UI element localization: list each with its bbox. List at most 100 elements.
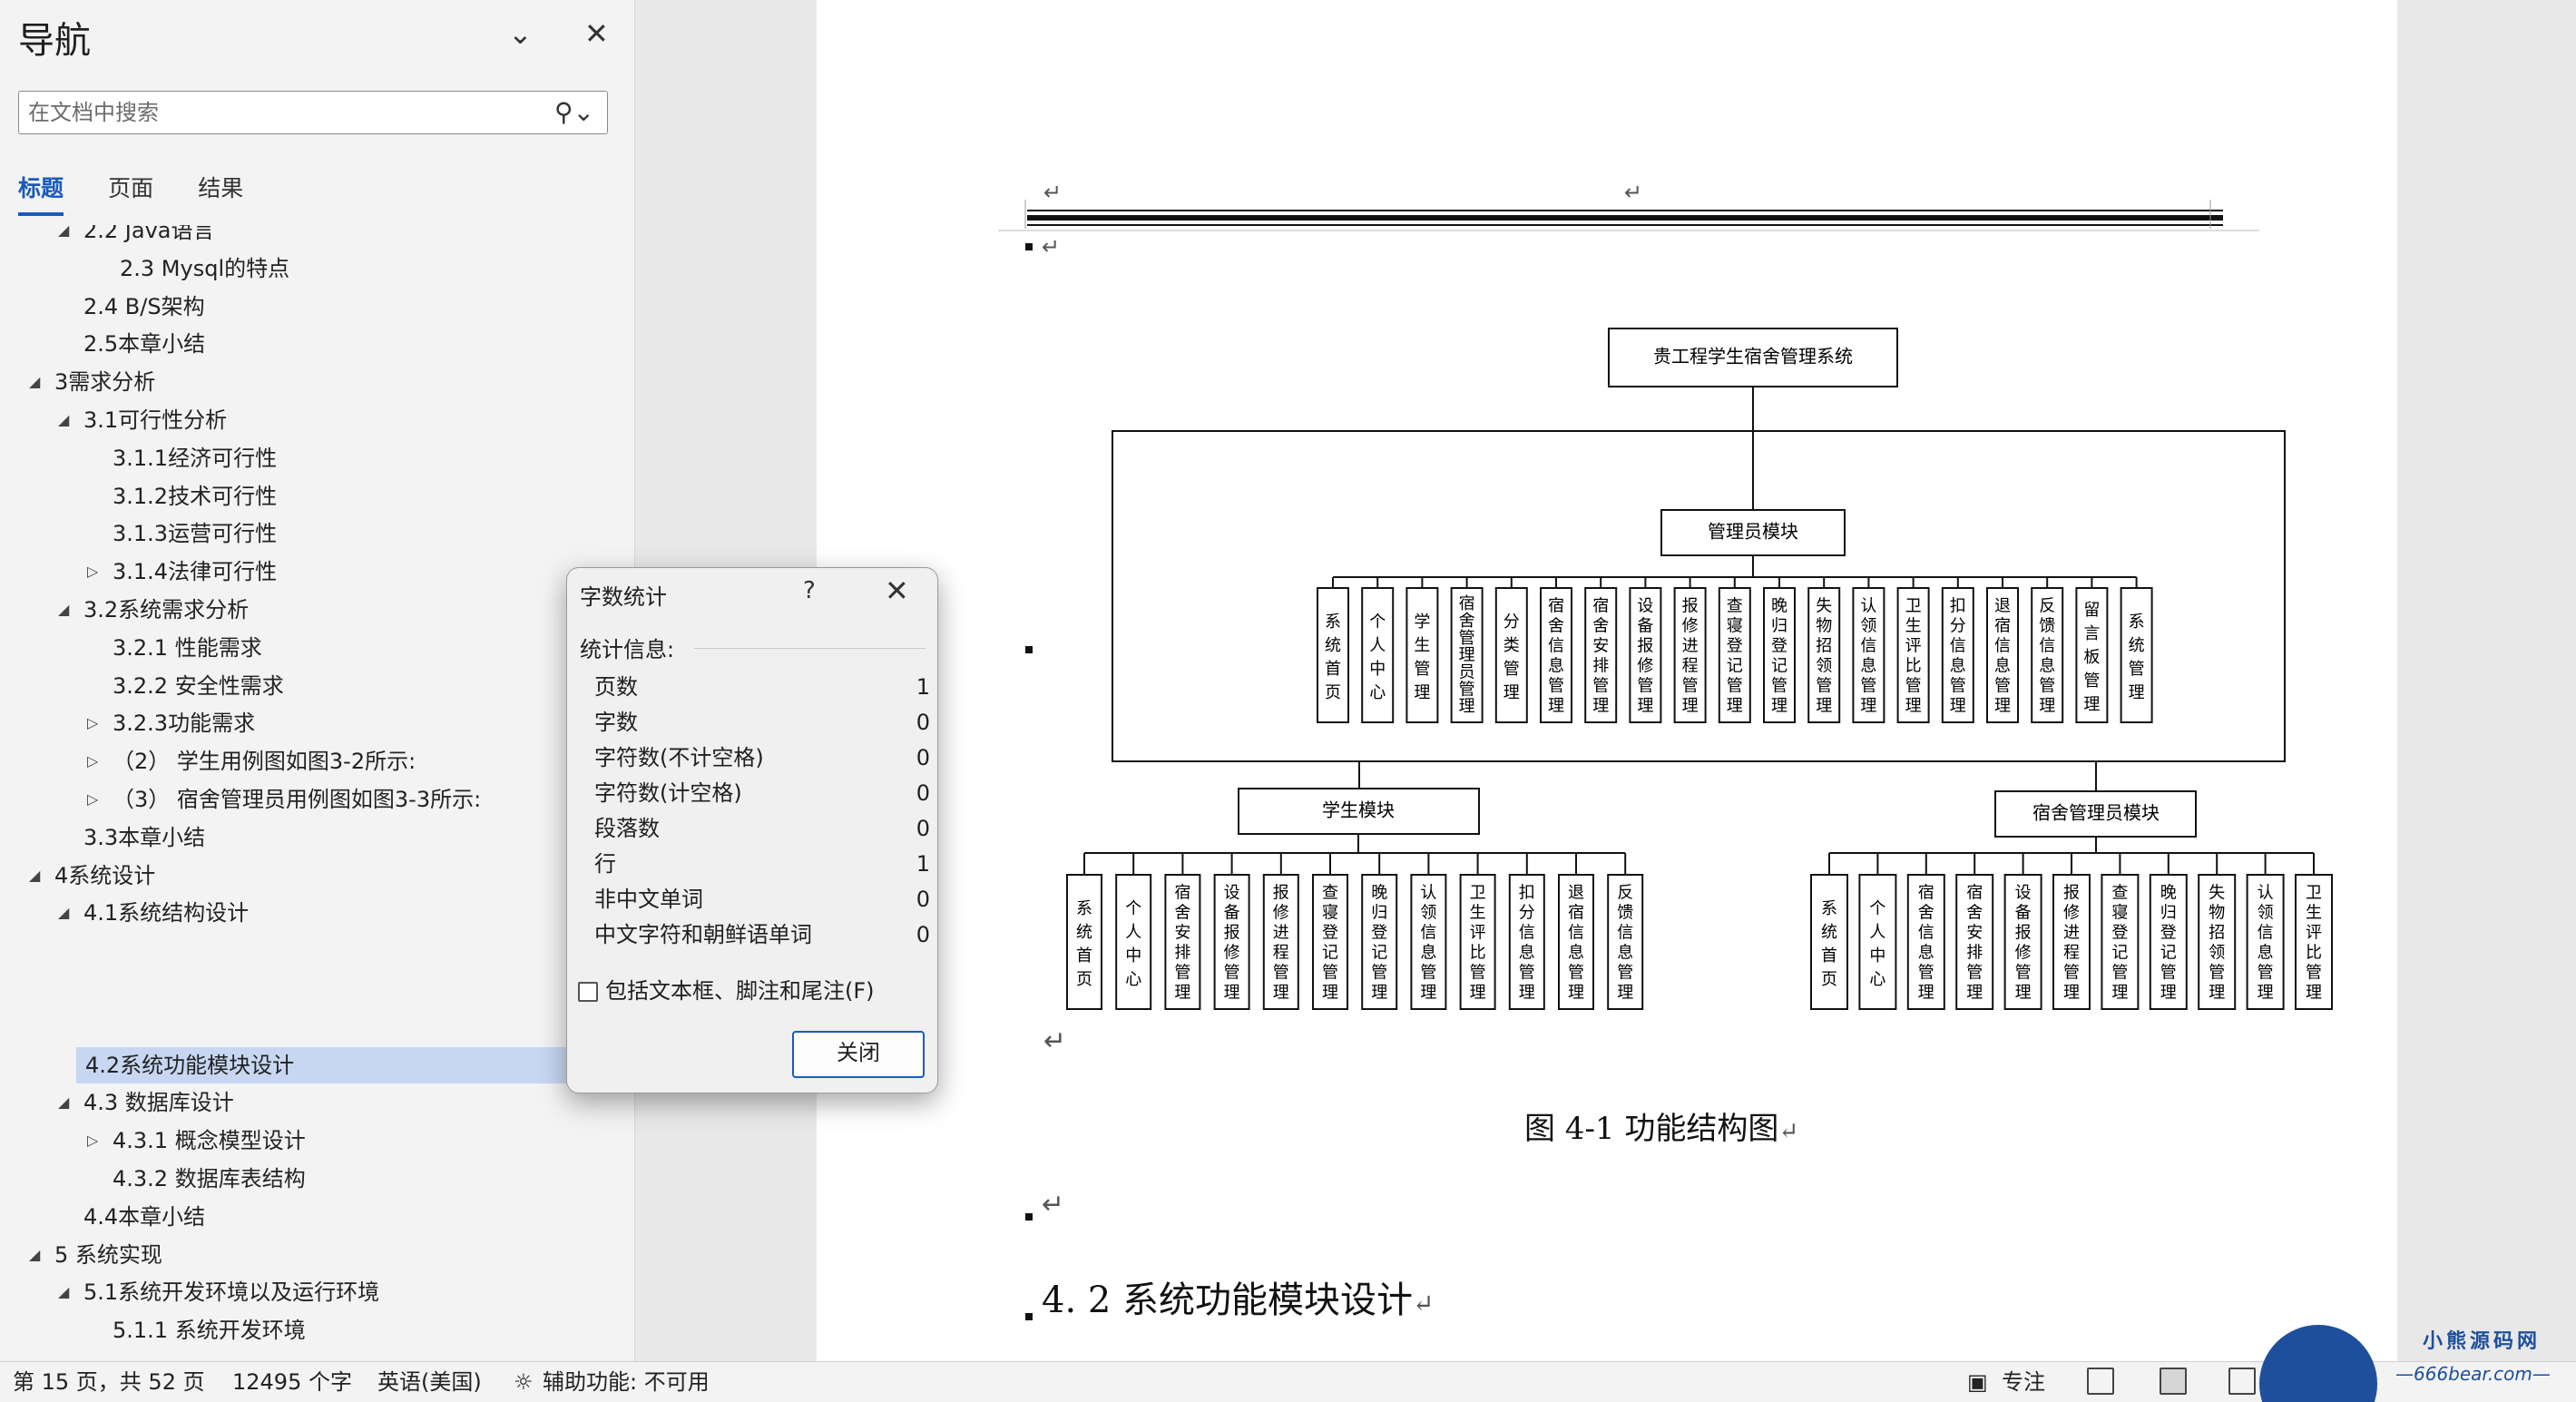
expand-right-icon[interactable]: ▷ bbox=[87, 743, 98, 779]
nav-tree-item[interactable]: ◢ 4.1系统结构设计 bbox=[58, 895, 250, 931]
stat-value: 0 bbox=[916, 780, 930, 806]
stat-label: 字数 bbox=[594, 710, 638, 735]
module-item-label: 卫生评比管理 bbox=[1905, 597, 1922, 716]
nav-tree-item[interactable]: 2.3 Mysql的特点 bbox=[120, 250, 289, 287]
nav-tree-label: 4.1系统结构设计 bbox=[83, 900, 250, 926]
stat-label: 非中文单词 bbox=[594, 887, 703, 912]
help-icon[interactable]: ? bbox=[803, 577, 816, 604]
nav-tree-item[interactable]: ▷ （3） 宿舍管理员用例图如图3-3所示: bbox=[87, 781, 481, 818]
expand-down-icon[interactable]: ◢ bbox=[29, 364, 40, 400]
stat-row: 段落数 0 bbox=[594, 811, 930, 846]
nav-tree-item[interactable]: ▷ 3.1.4法律可行性 bbox=[87, 554, 278, 590]
stat-value: 0 bbox=[916, 922, 930, 947]
expand-down-icon[interactable]: ◢ bbox=[29, 1237, 40, 1273]
module-item-label: 宿舍管理员管理 bbox=[1459, 594, 1475, 716]
nav-tree-item[interactable]: 5.1.1 系统开发环境 bbox=[113, 1312, 306, 1343]
stat-label: 中文字符和朝鲜语单词 bbox=[594, 922, 812, 947]
module-item-label: 晚归登记管理 bbox=[1371, 884, 1387, 1003]
tab-headings[interactable]: 标题 bbox=[18, 171, 64, 216]
nav-tree-item[interactable]: ◢ 3.1可行性分析 bbox=[58, 402, 227, 438]
module-item-label: 宿舍安排管理 bbox=[1592, 597, 1609, 716]
expand-right-icon[interactable]: ▷ bbox=[87, 554, 98, 590]
paragraph-mark bbox=[1025, 1213, 1033, 1221]
module-item-label: 卫生评比管理 bbox=[1470, 884, 1486, 1003]
nav-tree-item[interactable]: 4.4本章小结 bbox=[83, 1199, 205, 1235]
module-item-label: 晚归登记管理 bbox=[2160, 884, 2177, 1003]
module-item-label: 晚归登记管理 bbox=[1771, 597, 1788, 716]
nav-tree-label: 4.3 数据库设计 bbox=[83, 1090, 234, 1116]
expand-right-icon[interactable]: ▷ bbox=[87, 705, 98, 741]
nav-tree-item[interactable]: 4.2系统功能模块设计 bbox=[76, 1046, 566, 1083]
nav-tree-item[interactable]: ◢ 5.1系统开发环境以及运行环境 bbox=[58, 1274, 379, 1310]
nav-tree-item[interactable]: 2.5本章小结 bbox=[83, 326, 205, 362]
print-layout-icon[interactable] bbox=[2160, 1368, 2187, 1395]
nav-tree-item[interactable]: 3.2.1 性能需求 bbox=[113, 630, 262, 666]
module-item-label: 退宿信息管理 bbox=[1568, 884, 1584, 1003]
stat-row: 中文字符和朝鲜语单词 0 bbox=[594, 917, 930, 952]
nav-tree-item[interactable]: ◢ 4.3 数据库设计 bbox=[58, 1084, 234, 1121]
close-icon[interactable]: ✕ bbox=[584, 16, 609, 51]
focus-icon[interactable]: ▣ bbox=[1967, 1362, 1988, 1402]
read-mode-icon[interactable] bbox=[2087, 1368, 2114, 1395]
section-heading: 4. 2 系统功能模块设计↵ bbox=[1042, 1279, 1435, 1321]
nav-tree-item[interactable]: 4.3.2 数据库表结构 bbox=[113, 1161, 306, 1197]
nav-tree-item[interactable]: ▷ （2） 学生用例图如图3-2所示: bbox=[87, 743, 416, 779]
nav-tree-item[interactable]: 3.2.2 安全性需求 bbox=[113, 668, 284, 704]
expand-down-icon[interactable]: ◢ bbox=[58, 895, 69, 931]
nav-tree-item[interactable]: ◢ 2.2 Java语言 bbox=[58, 225, 215, 249]
nav-tree-item[interactable]: 3.3本章小结 bbox=[83, 819, 205, 856]
accessibility-icon[interactable]: ☼ bbox=[514, 1362, 534, 1402]
accessibility-status[interactable]: 辅助功能: 不可用 bbox=[543, 1362, 710, 1402]
close-icon[interactable]: ✕ bbox=[885, 574, 909, 608]
module-item-label: 认领信息管理 bbox=[1420, 884, 1436, 1003]
nav-tree-label: 4.3.2 数据库表结构 bbox=[113, 1166, 306, 1191]
stat-label: 段落数 bbox=[594, 816, 660, 841]
tab-results[interactable]: 结果 bbox=[198, 171, 243, 212]
chevron-down-icon[interactable]: ⌄ bbox=[508, 16, 533, 51]
stat-row: 字符数(计空格) 0 bbox=[594, 776, 930, 810]
expand-down-icon[interactable]: ◢ bbox=[58, 592, 69, 628]
root-label: 贵工程学生宿舍管理系统 bbox=[1653, 346, 1853, 368]
module-item-label: 卫生评比管理 bbox=[2306, 884, 2322, 1003]
expand-down-icon[interactable]: ◢ bbox=[58, 402, 69, 438]
search-box[interactable]: ⚲⌄ bbox=[18, 91, 608, 134]
search-input[interactable] bbox=[28, 95, 545, 130]
watermark-line2: —666bear.com— bbox=[2395, 1363, 2551, 1385]
nav-tree-item[interactable]: 3.1.3运营可行性 bbox=[113, 515, 277, 552]
language[interactable]: 英语(美国) bbox=[377, 1362, 482, 1402]
manager-module-label: 宿舍管理员模块 bbox=[2032, 802, 2160, 824]
close-button[interactable]: 关闭 bbox=[792, 1031, 925, 1078]
include-textbox-checkbox[interactable]: 包括文本框、脚注和尾注(F) bbox=[578, 975, 923, 1007]
module-item-label: 报修进程管理 bbox=[1273, 884, 1289, 1003]
web-layout-icon[interactable] bbox=[2228, 1368, 2256, 1395]
expand-right-icon[interactable]: ▷ bbox=[87, 1123, 98, 1159]
checkbox-box[interactable] bbox=[578, 982, 598, 1002]
nav-tree-item[interactable]: ▷ 3.2.3功能需求 bbox=[87, 705, 255, 741]
expand-down-icon[interactable]: ◢ bbox=[29, 858, 40, 894]
module-item-label: 反馈信息管理 bbox=[2039, 597, 2055, 716]
nav-tree-item[interactable]: ◢ 5 系统实现 bbox=[29, 1237, 162, 1273]
expand-down-icon[interactable]: ◢ bbox=[58, 1084, 69, 1121]
nav-tree-item[interactable]: 3.1.1经济可行性 bbox=[113, 440, 277, 476]
module-item-label: 查寝登记管理 bbox=[1322, 884, 1338, 1003]
nav-tree-item[interactable]: 2.4 B/S架构 bbox=[83, 289, 205, 325]
expand-down-icon[interactable]: ◢ bbox=[58, 1274, 69, 1310]
nav-tree-item[interactable]: ◢ 3.2系统需求分析 bbox=[58, 592, 250, 628]
nav-tree-label: 3.1.4法律可行性 bbox=[113, 559, 278, 585]
nav-tree-item[interactable]: ◢ 3需求分析 bbox=[29, 364, 155, 400]
nav-tree-label: 3.2.1 性能需求 bbox=[113, 634, 262, 661]
nav-tree-label: 2.5本章小结 bbox=[83, 331, 206, 358]
word-count[interactable]: 12495 个字 bbox=[232, 1362, 352, 1402]
page-count[interactable]: 第 15 页，共 52 页 bbox=[13, 1362, 205, 1402]
document-page[interactable]: ↵ ↵ ↵ 贵工程学生宿舍管理系统 管理员模块 系统首页 个人中心 学生管理 宿舍管理员管… bbox=[817, 0, 2397, 1361]
focus-mode[interactable]: 专注 bbox=[2002, 1362, 2045, 1402]
module-item-label: 认领信息管理 bbox=[1860, 597, 1876, 716]
expand-right-icon[interactable]: ▷ bbox=[87, 781, 98, 818]
search-icon[interactable]: ⚲⌄ bbox=[554, 97, 594, 127]
nav-tree-label: 3.2系统需求分析 bbox=[83, 597, 250, 623]
nav-tree-item[interactable]: ▷ 4.3.1 概念模型设计 bbox=[87, 1123, 306, 1159]
tab-pages[interactable]: 页面 bbox=[108, 171, 153, 212]
nav-tree-item[interactable]: ◢ 4系统设计 bbox=[29, 858, 155, 894]
expand-down-icon[interactable]: ◢ bbox=[58, 225, 69, 249]
nav-tree-item[interactable]: 3.1.2技术可行性 bbox=[113, 478, 277, 515]
